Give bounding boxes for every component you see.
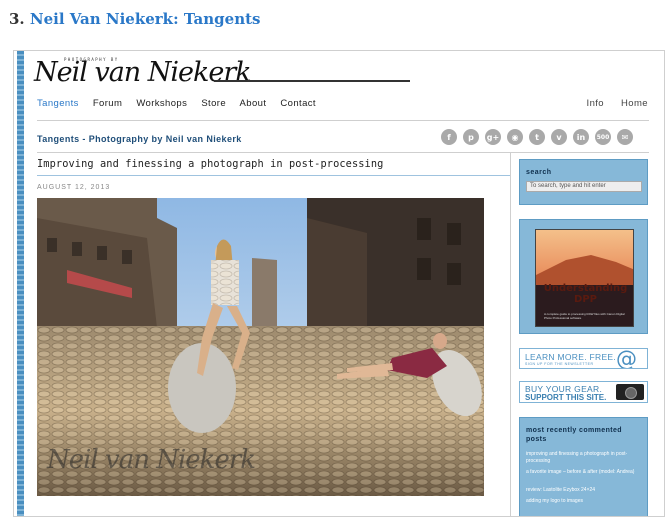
- book-cover[interactable]: Understanding DPP A complete guide to pr…: [535, 229, 634, 327]
- recent-post-link[interactable]: review: Lastolite Ezybox 24×24: [526, 487, 644, 494]
- nav-item-contact[interactable]: Contact: [280, 98, 316, 109]
- secondary-nav: Info Home: [573, 98, 648, 109]
- nav-item-info[interactable]: Info: [587, 98, 604, 109]
- rss-icon[interactable]: ◉: [507, 129, 523, 145]
- post-title[interactable]: Improving and finessing a photograph in …: [37, 158, 383, 170]
- screenshot-frame: PHOTOGRAPHY BY Neil van Niekerk Tangents…: [13, 50, 665, 517]
- nav-item-home[interactable]: Home: [621, 98, 648, 109]
- camera-icon: [616, 384, 644, 400]
- gear-banner[interactable]: BUY YOUR GEAR. SUPPORT THIS SITE.: [519, 381, 648, 403]
- site-title[interactable]: Tangents - Photography by Neil van Nieke…: [37, 134, 242, 144]
- social-icons: f p g+ ◉ t v in 500 ✉: [441, 129, 633, 145]
- nav-item-store[interactable]: Store: [201, 98, 226, 109]
- newsletter-subline: SIGN UP FOR THE NEWSLETTER: [525, 362, 594, 366]
- post-photo[interactable]: Neil van Niekerk: [37, 198, 484, 496]
- nav-item-tangents[interactable]: Tangents: [37, 98, 79, 109]
- nav-item-about[interactable]: About: [240, 98, 267, 109]
- facebook-icon[interactable]: f: [441, 129, 457, 145]
- photo-watermark: Neil van Niekerk: [47, 445, 256, 475]
- twitter-icon[interactable]: t: [529, 129, 545, 145]
- logo-underline: [214, 80, 410, 82]
- recent-post-link[interactable]: adding my logo to images: [526, 498, 644, 505]
- recent-post-link[interactable]: a favorite image – before & after (model…: [526, 469, 644, 476]
- post-title-underline: [37, 175, 510, 176]
- heading-number: 3.: [9, 10, 25, 28]
- left-stripe: [17, 51, 24, 516]
- section-heading: 3. Neil Van Niekerk: Tangents: [9, 10, 261, 28]
- gear-subline: SUPPORT THIS SITE.: [525, 393, 607, 402]
- newsletter-headline: LEARN MORE. FREE.: [525, 352, 617, 362]
- heading-link[interactable]: Neil Van Niekerk: Tangents: [30, 10, 261, 28]
- google-plus-icon[interactable]: g+: [485, 129, 501, 145]
- divider: [37, 120, 649, 121]
- recent-comments-title: most recently commented posts: [526, 427, 622, 443]
- site-logo[interactable]: Neil van Niekerk: [34, 57, 252, 88]
- search-widget: search To search, type and hit enter: [519, 159, 648, 205]
- nav-item-workshops[interactable]: Workshops: [136, 98, 187, 109]
- at-sign-icon: @: [616, 348, 637, 369]
- book-promo-widget: Understanding DPP A complete guide to pr…: [519, 219, 648, 334]
- nav-item-forum[interactable]: Forum: [93, 98, 122, 109]
- book-title: Understanding DPP: [543, 283, 628, 305]
- recent-comments-widget: most recently commented posts improving …: [519, 417, 648, 516]
- book-subtitle: A complete guide to processing RAW files…: [544, 312, 625, 320]
- 500px-icon[interactable]: 500: [595, 129, 611, 145]
- post-date: AUGUST 12, 2013: [37, 184, 111, 191]
- divider: [37, 152, 649, 153]
- recent-post-link[interactable]: improving and finessing a photograph in …: [526, 451, 644, 465]
- sidebar-divider: [510, 152, 511, 516]
- email-icon[interactable]: ✉: [617, 129, 633, 145]
- main-nav: Tangents Forum Workshops Store About Con…: [37, 98, 327, 109]
- vimeo-icon[interactable]: v: [551, 129, 567, 145]
- newsletter-banner[interactable]: LEARN MORE. FREE. SIGN UP FOR THE NEWSLE…: [519, 348, 648, 369]
- linkedin-icon[interactable]: in: [573, 129, 589, 145]
- pinterest-icon[interactable]: p: [463, 129, 479, 145]
- search-input[interactable]: To search, type and hit enter: [526, 181, 642, 192]
- search-label: search: [526, 169, 552, 176]
